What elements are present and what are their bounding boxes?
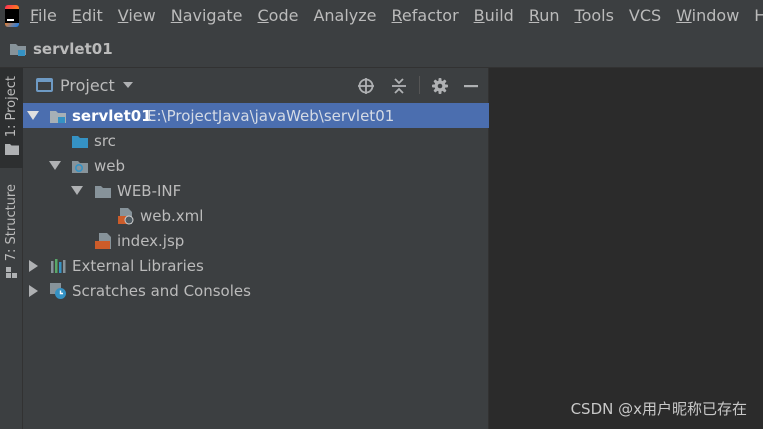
tree-node-label: web [94, 156, 126, 175]
tree-node-label: src [94, 131, 116, 150]
libraries-icon [51, 258, 66, 273]
menu-view[interactable]: View [118, 6, 156, 25]
source-folder-icon [72, 135, 88, 148]
menu-run[interactable]: Run [529, 6, 560, 25]
tool-tab-structure[interactable]: 7: Structure [0, 180, 23, 284]
xml-file-icon [118, 207, 134, 224]
tree-node-external-libraries[interactable]: External Libraries [23, 253, 489, 278]
intellij-logo-icon [5, 4, 19, 27]
project-tree: servlet01 E:\ProjectJava\javaWeb\servlet… [23, 103, 489, 303]
tree-node-label: index.jsp [117, 231, 185, 250]
structure-icon [5, 267, 17, 279]
collapse-all-icon [392, 78, 406, 94]
hide-panel-button[interactable] [461, 76, 481, 96]
navigation-bar: servlet01 [0, 31, 763, 68]
menu-navigate[interactable]: Navigate [171, 6, 243, 25]
jsp-file-icon [95, 232, 111, 249]
tree-node-label: web.xml [140, 206, 204, 225]
expand-arrow-icon[interactable] [71, 185, 83, 197]
project-panel-header: Project [23, 68, 488, 102]
tool-tab-project[interactable]: 1: Project [0, 68, 23, 168]
expand-arrow-icon[interactable] [27, 110, 39, 122]
menu-file[interactable]: File [30, 6, 57, 25]
tree-node-web-inf[interactable]: WEB-INF [23, 178, 489, 203]
tree-node-web[interactable]: web [23, 153, 489, 178]
project-window-icon [36, 78, 53, 92]
menu-vcs[interactable]: VCS [629, 6, 661, 25]
collapse-all-button[interactable] [389, 76, 409, 96]
tool-tab-structure-label: 7: Structure [4, 184, 19, 262]
header-divider [419, 76, 420, 94]
csdn-watermark: CSDN @x用户昵称已存在 [570, 400, 747, 418]
menu-tools[interactable]: Tools [575, 6, 614, 25]
module-folder-icon [50, 110, 66, 123]
chevron-down-icon[interactable] [122, 82, 133, 88]
tree-node-servlet01[interactable]: servlet01 E:\ProjectJava\javaWeb\servlet… [23, 103, 489, 128]
menu-code[interactable]: Code [258, 6, 299, 25]
tree-node-web-xml[interactable]: web.xml [23, 203, 489, 228]
menu-analyze[interactable]: Analyze [313, 6, 376, 25]
minimize-icon [464, 85, 478, 88]
tree-node-label: WEB-INF [117, 181, 182, 200]
tree-node-index-jsp[interactable]: index.jsp [23, 228, 489, 253]
menu-bar: File Edit View Navigate Code Analyze Ref… [0, 0, 763, 31]
web-folder-icon [72, 160, 88, 173]
folder-icon [4, 144, 19, 156]
project-tool-window: Project servlet01 E:\ProjectJava\javaWeb… [23, 68, 489, 429]
breadcrumb-project[interactable]: servlet01 [33, 40, 113, 58]
menu-help[interactable]: Help [754, 6, 763, 25]
menu-window[interactable]: Window [676, 6, 739, 25]
module-path: E:\ProjectJava\javaWeb\servlet01 [147, 106, 395, 125]
menu-edit[interactable]: Edit [72, 6, 103, 25]
menu-build[interactable]: Build [474, 6, 514, 25]
editor-area: CSDN @x用户昵称已存在 [490, 68, 763, 429]
project-view-selector[interactable]: Project [60, 76, 115, 95]
crosshair-icon [358, 78, 374, 94]
settings-button[interactable] [430, 76, 450, 96]
folder-icon [95, 185, 111, 198]
expand-arrow-icon[interactable] [49, 160, 61, 172]
scratches-icon [50, 282, 66, 299]
tree-node-label: Scratches and Consoles [72, 281, 251, 300]
expand-arrow-icon[interactable] [27, 259, 39, 272]
tool-tab-project-label: 1: Project [4, 76, 19, 138]
project-folder-icon [10, 44, 26, 56]
tree-node-scratches[interactable]: Scratches and Consoles [23, 278, 489, 303]
tree-node-src[interactable]: src [23, 128, 489, 153]
tree-node-label: servlet01 [72, 106, 152, 125]
expand-arrow-icon[interactable] [27, 284, 39, 297]
gear-icon [432, 78, 448, 94]
left-tool-stripe: 1: Project 7: Structure [0, 68, 23, 429]
menu-refactor[interactable]: Refactor [392, 6, 459, 25]
locate-file-button[interactable] [356, 76, 376, 96]
tree-node-label: External Libraries [72, 256, 204, 275]
